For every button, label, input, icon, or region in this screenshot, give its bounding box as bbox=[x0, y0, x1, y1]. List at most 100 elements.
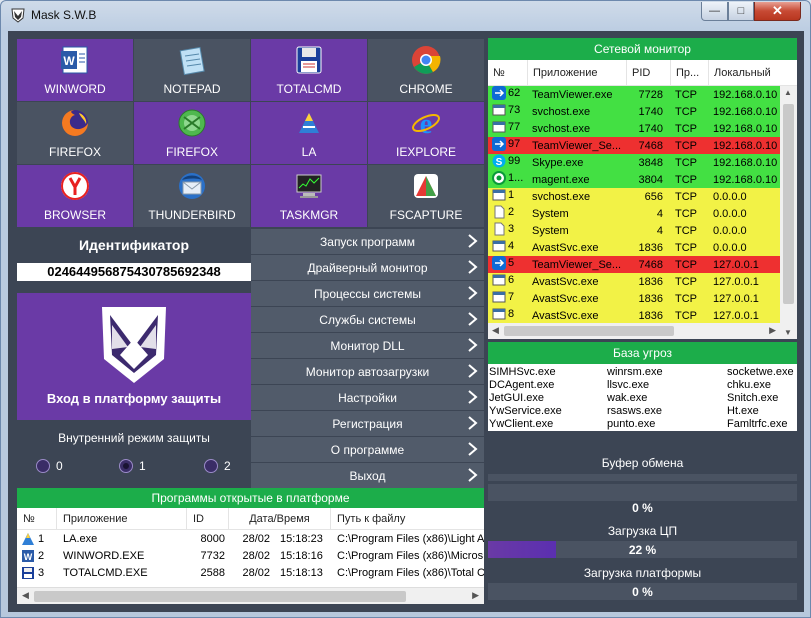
menu-registration[interactable]: Регистрация bbox=[251, 411, 484, 436]
scroll-thumb[interactable] bbox=[504, 326, 674, 336]
chevron-right-icon bbox=[468, 338, 478, 352]
column-header[interactable]: Приложение bbox=[57, 508, 187, 530]
protect-platform-button[interactable]: Вход в платформу защиты bbox=[17, 293, 251, 420]
row-protocol: TCP bbox=[675, 207, 697, 220]
mode-radio-2[interactable]: 2 bbox=[204, 459, 231, 473]
chevron-right-icon bbox=[468, 364, 478, 378]
tile-winword[interactable]: W WINWORD bbox=[17, 39, 133, 101]
row-protocol: TCP bbox=[675, 190, 697, 203]
scroll-down-icon[interactable]: ▼ bbox=[784, 328, 792, 337]
menu-settings[interactable]: Настройки bbox=[251, 385, 484, 410]
cpu-label: Загрузка ЦП bbox=[607, 524, 678, 538]
row-number-cell: 4 bbox=[488, 239, 528, 256]
row-local-address: 127.0.0.1 bbox=[713, 309, 759, 322]
table-row[interactable]: 77 svchost.exe 1740 TCP 192.168.0.10 bbox=[488, 120, 797, 137]
table-row[interactable]: S 99 Skype.exe 3848 TCP 192.168.0.10 bbox=[488, 154, 797, 171]
table-row[interactable]: 97 TeamViewer_Se... 7468 TCP 192.168.0.10 bbox=[488, 137, 797, 154]
row-number: 2 bbox=[508, 206, 515, 218]
row-number: 1 bbox=[38, 532, 45, 545]
table-row[interactable]: 62 TeamViewer.exe 7728 TCP 192.168.0.10 bbox=[488, 86, 797, 103]
scroll-right-icon[interactable]: ▶ bbox=[769, 325, 776, 336]
menu-dll-monitor[interactable]: Монитор DLL bbox=[251, 333, 484, 358]
window-title: Mask S.W.B bbox=[31, 8, 97, 22]
minimize-button[interactable]: — bbox=[701, 2, 728, 21]
tile-fscapture[interactable]: FSCAPTURE bbox=[368, 165, 484, 227]
column-header[interactable]: Дата/Время bbox=[229, 508, 331, 530]
scroll-right-icon[interactable]: ▶ bbox=[472, 590, 479, 601]
tile-firefox[interactable]: FIREFOX bbox=[17, 102, 133, 164]
menu-driver-monitor[interactable]: Драйверный монитор bbox=[251, 255, 484, 280]
open-programs-header: Программы открытые в платформе bbox=[17, 488, 484, 508]
table-row[interactable]: 1 LA.exe 8000 28/02 15:18:23 C:\Program … bbox=[17, 530, 484, 547]
table-row[interactable]: 8 AvastSvc.exe 1836 TCP 127.0.0.1 bbox=[488, 307, 797, 324]
table-row[interactable]: 7 AvastSvc.exe 1836 TCP 127.0.0.1 bbox=[488, 290, 797, 307]
tile-totalcmd[interactable]: TOTALCMD bbox=[251, 39, 367, 101]
column-header[interactable]: № bbox=[17, 508, 57, 530]
row-number: 77 bbox=[508, 121, 521, 133]
horizontal-scrollbar[interactable]: ◀ ▶ bbox=[488, 323, 780, 339]
scroll-thumb[interactable] bbox=[34, 591, 406, 602]
table-row[interactable]: 1 svchost.exe 656 TCP 0.0.0.0 bbox=[488, 188, 797, 205]
menu-system-services[interactable]: Службы системы bbox=[251, 307, 484, 332]
tile-notepad[interactable]: NOTEPAD bbox=[134, 39, 250, 101]
column-header[interactable]: Приложение bbox=[528, 60, 627, 86]
tile-label: THUNDERBIRD bbox=[148, 208, 236, 222]
row-protocol: TCP bbox=[675, 309, 697, 322]
column-header[interactable]: № bbox=[488, 60, 528, 86]
close-button[interactable]: ✕ bbox=[754, 2, 801, 21]
scroll-up-icon[interactable]: ▲ bbox=[784, 88, 792, 97]
row-date: 28/02 bbox=[242, 549, 270, 562]
column-header[interactable]: PID bbox=[627, 60, 671, 86]
title-bar[interactable]: Mask S.W.B — □ ✕ bbox=[1, 1, 810, 29]
table-row[interactable]: 2 System 4 TCP 0.0.0.0 bbox=[488, 205, 797, 222]
column-header[interactable]: Локальный bbox=[709, 60, 780, 86]
row-number-cell: 77 bbox=[488, 120, 528, 137]
tile-firefox-green[interactable]: FIREFOX bbox=[134, 102, 250, 164]
row-protocol: TCP bbox=[675, 88, 697, 101]
firefox-green-icon bbox=[178, 109, 206, 137]
tile-chrome[interactable]: CHROME bbox=[368, 39, 484, 101]
menu-system-processes[interactable]: Процессы системы bbox=[251, 281, 484, 306]
tile-browser[interactable]: BROWSER bbox=[17, 165, 133, 227]
column-header[interactable]: Пр... bbox=[671, 60, 709, 86]
tile-label: IEXPLORE bbox=[395, 145, 457, 159]
magent-icon bbox=[492, 171, 506, 185]
table-row[interactable]: W2 WINWORD.EXE 7732 28/02 15:18:16 C:\Pr… bbox=[17, 547, 484, 564]
table-row[interactable]: 3 System 4 TCP 0.0.0.0 bbox=[488, 222, 797, 239]
tile-taskmgr[interactable]: TASKMGR bbox=[251, 165, 367, 227]
tile-la[interactable]: LA bbox=[251, 102, 367, 164]
scroll-left-icon[interactable]: ◀ bbox=[492, 325, 499, 336]
table-row[interactable]: 4 AvastSvc.exe 1836 TCP 0.0.0.0 bbox=[488, 239, 797, 256]
tile-thunderbird[interactable]: THUNDERBIRD bbox=[134, 165, 250, 227]
cpu-value: 22 % bbox=[628, 543, 657, 557]
menu-autorun-monitor[interactable]: Монитор автозагрузки bbox=[251, 359, 484, 384]
platform-load-label: Загрузка платформы bbox=[583, 566, 702, 580]
column-header[interactable]: Путь к файлу bbox=[331, 508, 484, 530]
table-row[interactable]: 3 TOTALCMD.EXE 2588 28/02 15:18:13 C:\Pr… bbox=[17, 564, 484, 581]
column-header[interactable]: ID bbox=[187, 508, 229, 530]
menu-exit[interactable]: Выход bbox=[251, 463, 484, 488]
table-row[interactable]: 6 AvastSvc.exe 1836 TCP 127.0.0.1 bbox=[488, 273, 797, 290]
row-number-cell: 6 bbox=[488, 273, 528, 290]
vertical-scrollbar[interactable]: ▲ ▼ bbox=[780, 86, 797, 339]
tile-iexplore[interactable]: e IEXPLORE bbox=[368, 102, 484, 164]
scroll-left-icon[interactable]: ◀ bbox=[22, 590, 29, 601]
table-row[interactable]: 73 svchost.exe 1740 TCP 192.168.0.10 bbox=[488, 103, 797, 120]
horizontal-scrollbar[interactable]: ◀ ▶ bbox=[17, 587, 484, 604]
maximize-button[interactable]: □ bbox=[728, 2, 754, 21]
fscapture-icon bbox=[414, 174, 438, 198]
table-row[interactable]: 1... magent.exe 3804 TCP 192.168.0.10 bbox=[488, 171, 797, 188]
menu-about[interactable]: О программе bbox=[251, 437, 484, 462]
table-header: № Приложение ID Дата/Время Путь к файлу bbox=[17, 508, 484, 530]
row-number: 62 bbox=[508, 87, 521, 99]
row-number-cell: 7 bbox=[488, 290, 528, 307]
mode-radio-0[interactable]: 0 bbox=[36, 459, 63, 473]
row-app: AvastSvc.exe bbox=[532, 241, 599, 254]
threat-item: Ht.exe bbox=[727, 405, 759, 417]
menu-launch-programs[interactable]: Запуск программ bbox=[251, 229, 484, 254]
tile-label: BROWSER bbox=[43, 208, 106, 222]
row-id: 2588 bbox=[200, 566, 225, 579]
table-row[interactable]: 5 TeamViewer_Se... 7468 TCP 127.0.0.1 bbox=[488, 256, 797, 273]
scroll-thumb[interactable] bbox=[783, 104, 794, 304]
mode-radio-1[interactable]: 1 bbox=[119, 459, 146, 473]
